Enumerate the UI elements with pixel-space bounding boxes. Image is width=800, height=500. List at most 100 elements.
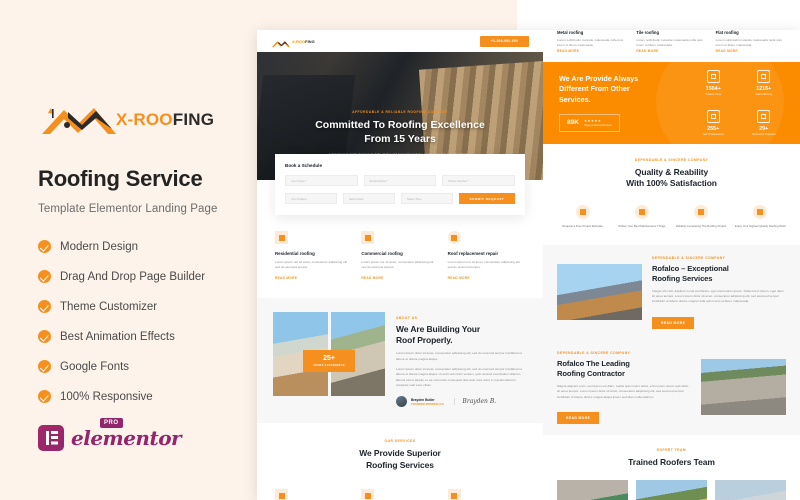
stats-intro: We Are Provide Always Different From Oth… <box>559 74 667 132</box>
read-more-link[interactable]: READ MORE <box>275 276 352 280</box>
quality-title: Quality & Reability With 100% Satisfacti… <box>557 167 786 190</box>
service-item[interactable]: Metal roofing Lorem sollicitudin molesti… <box>557 30 627 62</box>
feature-title-line-1: Rofalco – Exceptional <box>652 263 729 273</box>
email-field[interactable]: Email Adress * <box>363 175 437 186</box>
services-grid-row-1: Flat roofing Lorem sollicitudin molestie… <box>275 489 525 500</box>
about-images: 25+ YEARS EXPERIENCE <box>273 311 385 396</box>
site-header: X-ROOFING +1-800-000-000 <box>257 30 543 52</box>
service-card[interactable]: Roof replacement repair Lorem ipsum nor … <box>447 231 525 280</box>
stat-number: 1216+ <box>756 86 772 92</box>
quality-step: Reliably Completing The Roofing Project <box>675 204 727 229</box>
quality-step-label: Enjoy Your Highest Quality Roofing Work <box>734 223 786 228</box>
service-item[interactable]: Flat roofing Lorem sollicitudin molestie… <box>275 489 352 500</box>
subject-field[interactable]: Your Subject <box>285 193 337 204</box>
preview-column-right: Metal roofing Lorem sollicitudin molesti… <box>543 30 800 500</box>
list-item: Modern Design <box>38 235 253 258</box>
time-field[interactable]: Select Time <box>400 193 453 204</box>
about-title-line-1: We Are Building Your <box>396 323 481 334</box>
feature-label: Best Animation Effects <box>60 330 175 343</box>
author-signature: Brayden B. <box>454 398 496 406</box>
elementor-pro-badge: elementor PRO <box>38 418 253 451</box>
about-author: Brayden Butler FOUNDER ROOFING CO. Brayd… <box>396 396 527 408</box>
partial-cards-row: Metal roofing Lorem sollicitudin molesti… <box>543 30 800 62</box>
tile-roof-icon <box>361 489 375 500</box>
feature-title-line-2: Roofing Contractor <box>557 368 625 378</box>
hero-title-line-1: Committed To Roofing Excellence <box>315 119 485 131</box>
stats-title-line-3: Services. <box>559 94 591 104</box>
quality-title-line-2: With 100% Satisfaction <box>626 178 717 189</box>
read-more-button[interactable]: READ MORE <box>652 316 695 329</box>
feature-body: Integer elit velit, dapibus in nisl at u… <box>652 288 784 304</box>
rating-number: 89K <box>567 119 579 127</box>
phone-field-placeholder: Phone Number * <box>448 178 470 183</box>
star-rating-icon: ★★★★★ <box>583 118 602 123</box>
experience-number: 25+ <box>323 354 335 362</box>
feature-title-line-1: Rofalco The Leading <box>557 358 630 368</box>
submit-request-button[interactable]: SUBMIT REQUEST <box>458 193 515 204</box>
about-copy: ABOUT US We Are Building Your Roof Prope… <box>396 312 527 408</box>
booking-form-wrap: Book a Schedule Your Name * Email Adress… <box>257 154 543 215</box>
feature-list: Modern Design Drag And Drop Page Builder… <box>38 235 253 408</box>
preview-column-left: X-ROOFING +1-800-000-000 AFFORDABLE & RE… <box>257 30 543 500</box>
stats-section: We Are Provide Always Different From Oth… <box>543 62 800 144</box>
read-more-link[interactable]: READ MORE <box>716 49 786 53</box>
service-item[interactable]: Flat roofing Lorem sollicitudin molestie… <box>716 30 786 62</box>
feature-block-copy: DEPENDABLE & SINCERE COMPANY Rofalco – E… <box>652 256 786 329</box>
tools-icon <box>634 204 649 219</box>
about-section: 25+ YEARS EXPERIENCE ABOUT US We Are Bui… <box>257 297 543 424</box>
stat-item: 1504+ Projects Done <box>693 70 734 96</box>
quality-step: Pickup Your Best Maintenance Things <box>616 204 667 229</box>
briefcase-icon <box>706 70 720 83</box>
quality-step-label: Request a Free Project Estimate <box>562 223 603 228</box>
service-item[interactable]: Tile roofing Lorem sollicitudin molestie… <box>361 489 438 500</box>
service-card-body: Lorem ipsum nor sit amet, consectetur ad… <box>275 260 348 270</box>
about-title: We Are Building Your Roof Properly. <box>396 324 527 347</box>
service-card[interactable]: Residential roofing Lorem ipsum nor sit … <box>275 231 352 280</box>
read-more-link[interactable]: READ MORE <box>361 276 438 280</box>
check-icon <box>38 330 51 343</box>
quality-step-label: Pickup Your Best Maintenance Things <box>618 223 666 228</box>
phone-field[interactable]: Phone Number * <box>442 175 516 186</box>
name-field[interactable]: Your Name * <box>285 175 358 186</box>
date-field[interactable]: Select Date <box>342 193 395 204</box>
service-card-title: Roof replacement repair <box>447 251 499 256</box>
site-logo-prefix: X-ROO <box>292 38 306 44</box>
service-card[interactable]: Commercial roofing Lorem ipsum nor sit a… <box>361 231 438 280</box>
team-member[interactable]: Brandon D. Williams CEO & Director <box>557 480 628 500</box>
services-eyebrow: OUR SERVICES <box>384 439 416 444</box>
service-item[interactable]: Metal roofing Lorem sollicitudin molesti… <box>447 489 525 500</box>
check-icon <box>38 300 51 313</box>
experience-badge: 25+ YEARS EXPERIENCE <box>303 349 355 372</box>
read-more-button[interactable]: READ MORE <box>557 412 600 425</box>
date-field-placeholder: Select Date <box>348 196 364 201</box>
quality-section: DEPENDABLE & SINCERE COMPANY Quality & R… <box>543 144 800 245</box>
read-more-link[interactable]: READ MORE <box>557 49 627 53</box>
stat-label: Successful Programs <box>751 133 776 136</box>
service-item-title: Metal roofing <box>557 30 584 35</box>
phone-cta-button[interactable]: +1-800-000-000 <box>480 35 529 47</box>
check-icon <box>38 360 51 373</box>
stat-label: Projects Done <box>705 93 722 96</box>
quality-eyebrow: DEPENDABLE & SINCERE COMPANY <box>634 158 709 162</box>
quality-title-line-1: Quality & Reability <box>634 167 709 177</box>
read-more-link[interactable]: READ MORE <box>448 276 525 280</box>
list-item: Drag And Drop Page Builder <box>38 265 253 288</box>
page-subtitle: Template Elementor Landing Page <box>38 203 218 215</box>
screenshot-canvas: X-ROOFING Roofing Service Template Eleme… <box>0 0 800 500</box>
service-card-title: Residential roofing <box>275 251 315 256</box>
quality-step-label: Reliably Completing The Roofing Project <box>675 223 727 228</box>
service-item-body: Lorem sollicitudin molestie malesuada nu… <box>715 38 782 48</box>
quality-step: Enjoy Your Highest Quality Roofing Work <box>734 204 786 229</box>
team-member[interactable]: Paul Stevan CEO, Founder <box>715 480 786 500</box>
experience-label: YEARS EXPERIENCE <box>313 363 345 367</box>
feature-label: Google Fonts <box>60 360 130 373</box>
team-member[interactable]: Katherine Chantal Lead Engineer <box>636 480 707 500</box>
service-item-title: Flat roofing <box>715 30 739 35</box>
read-more-link[interactable]: READ MORE <box>636 49 706 53</box>
flat-roof-icon <box>275 489 288 500</box>
name-field-placeholder: Your Name * <box>291 178 307 183</box>
service-item[interactable]: Tile roofing Lorem sollicitudin molestie… <box>636 30 706 62</box>
site-logo[interactable]: X-ROOFING <box>271 36 315 47</box>
team-eyebrow: EXPERT TEAM <box>656 448 687 453</box>
feature-block-1: DEPENDABLE & SINCERE COMPANY Rofalco – E… <box>543 244 800 340</box>
